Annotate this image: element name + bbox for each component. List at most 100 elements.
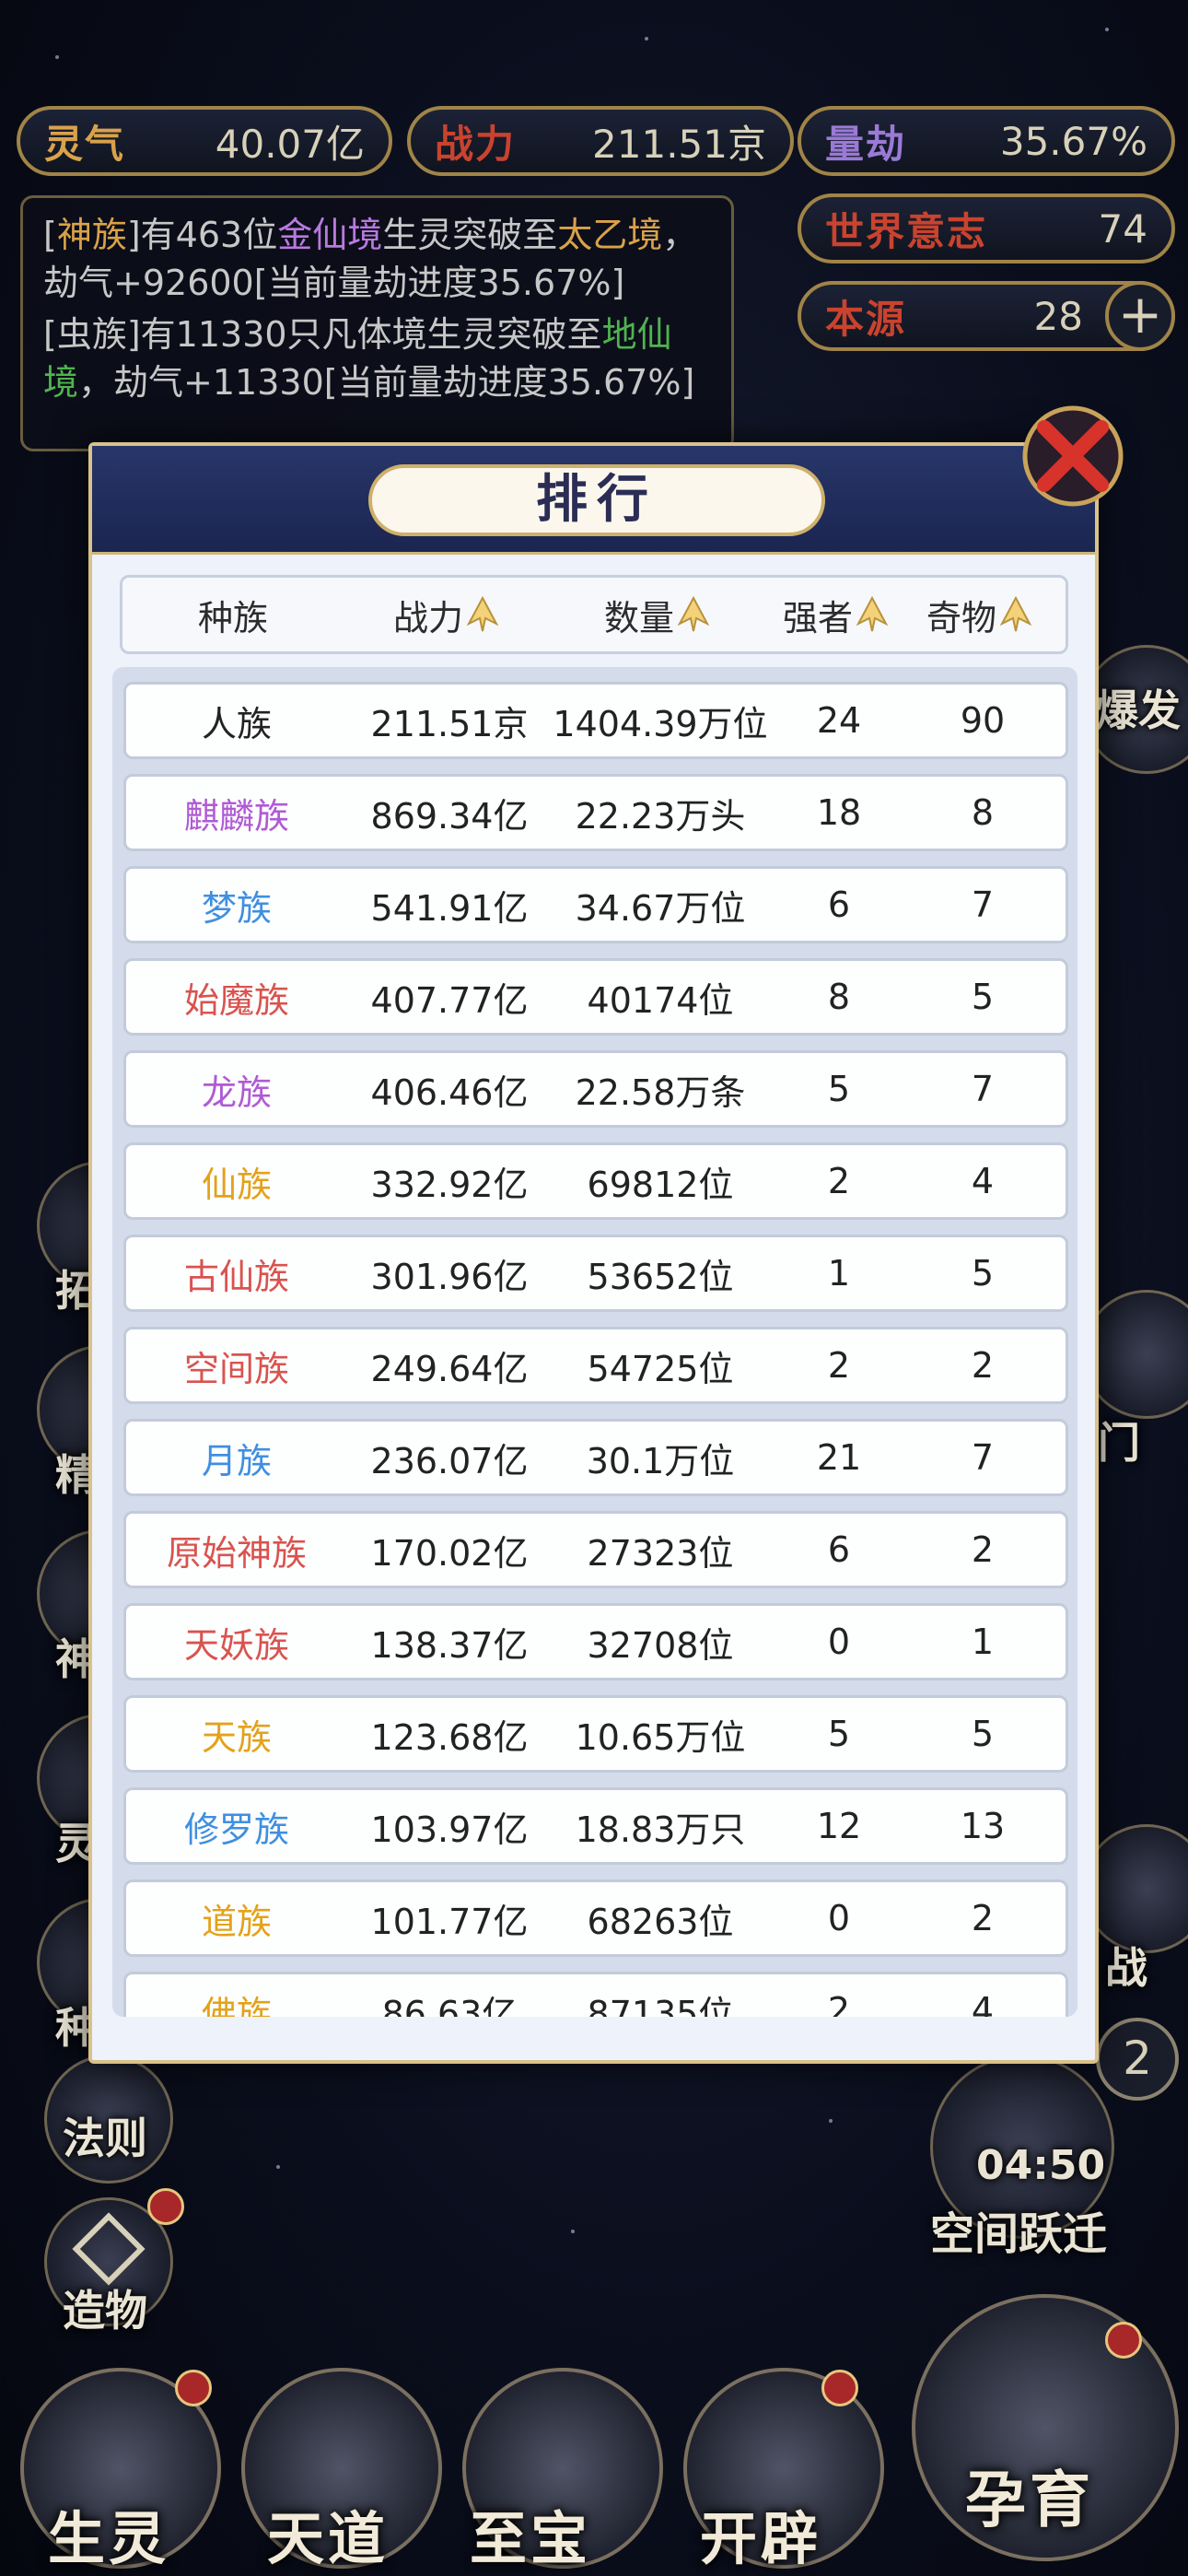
- items-cell: 2: [971, 1345, 995, 1386]
- star-decoration: [276, 2165, 280, 2169]
- column-count[interactable]: 数量: [548, 590, 765, 640]
- ranking-row[interactable]: 空间族 249.64亿 54725位 2 2: [123, 1327, 1068, 1404]
- count-cell: 22.23万头: [575, 795, 746, 837]
- race-cell: 佛族: [201, 1993, 272, 2018]
- race-cell: 天族: [201, 1716, 272, 1758]
- log-text: ]有11330只凡体境生灵突破至: [126, 314, 602, 355]
- benyuan-resource-bar[interactable]: 本源 28 +: [798, 281, 1175, 351]
- column-power-label: 战力: [392, 597, 463, 638]
- column-count-label: 数量: [603, 597, 674, 638]
- column-strong[interactable]: 强者: [765, 590, 905, 640]
- strong-cell: 0: [827, 1898, 851, 1938]
- ranking-row[interactable]: 月族 236.07亿 30.1万位 21 7: [123, 1419, 1068, 1496]
- sort-arrow-icon[interactable]: [678, 596, 709, 633]
- ranking-row[interactable]: 天族 123.68亿 10.65万位 5 5: [123, 1695, 1068, 1773]
- strong-cell: 2: [827, 1990, 851, 2017]
- nav-tiandao-label: 天道: [267, 2505, 390, 2572]
- ranking-row[interactable]: 天妖族 138.37亿 32708位 0 1: [123, 1603, 1068, 1680]
- items-cell: 2: [971, 1898, 995, 1938]
- sort-arrow-icon[interactable]: [467, 596, 498, 633]
- nav-zhibao-label: 至宝: [470, 2505, 592, 2572]
- items-cell: 7: [971, 1069, 995, 1109]
- power-cell: 211.51京: [370, 703, 529, 744]
- nav-kaipi-label: 开辟: [700, 2505, 822, 2572]
- world-will-value: 74: [1098, 205, 1147, 252]
- log-text: 生灵突破至: [382, 215, 558, 255]
- log-race: 虫族: [56, 314, 127, 355]
- ranking-row[interactable]: 修罗族 103.97亿 18.83万只 12 13: [123, 1787, 1068, 1865]
- liangjie-resource-bar[interactable]: 量劫 35.67%: [798, 106, 1175, 176]
- ranking-row[interactable]: 人族 211.51京 1404.39万位 24 90: [123, 682, 1068, 759]
- ranking-row[interactable]: 佛族 86.63亿 87135位 2 4: [123, 1972, 1068, 2017]
- count-cell: 1404.39万位: [553, 703, 768, 744]
- world-will-label: 世界意志: [825, 208, 988, 254]
- strong-cell: 12: [816, 1806, 862, 1846]
- sort-arrow-icon[interactable]: [1000, 596, 1031, 633]
- items-cell: 1: [971, 1622, 995, 1662]
- ranking-row[interactable]: 仙族 332.92亿 69812位 2 4: [123, 1142, 1068, 1220]
- race-cell: 修罗族: [183, 1809, 289, 1850]
- power-cell: 123.68亿: [370, 1716, 529, 1758]
- column-strong-label: 强者: [782, 597, 853, 638]
- zhanli-resource-bar[interactable]: 战力 211.51京: [407, 106, 794, 176]
- count-cell: 32708位: [587, 1624, 734, 1666]
- ranking-row[interactable]: 麒麟族 869.34亿 22.23万头 18 8: [123, 774, 1068, 851]
- log-text: [: [43, 314, 57, 355]
- count-cell: 34.67万位: [575, 887, 746, 929]
- race-cell: 道族: [201, 1901, 272, 1942]
- creation-label: 造物: [63, 2286, 147, 2336]
- ranking-row[interactable]: 龙族 406.46亿 22.58万条 5 7: [123, 1050, 1068, 1128]
- strong-cell: 21: [816, 1437, 862, 1478]
- benyuan-plus-button[interactable]: +: [1105, 281, 1175, 351]
- strong-cell: 2: [827, 1161, 851, 1201]
- race-cell: 人族: [201, 703, 272, 744]
- column-header: 种族 战力 数量 强者 奇物: [120, 575, 1068, 654]
- strong-cell: 24: [816, 700, 862, 741]
- world-will-bar[interactable]: 世界意志 74: [798, 193, 1175, 263]
- power-cell: 101.77亿: [370, 1901, 529, 1942]
- lingqi-label: 灵气: [44, 121, 126, 167]
- race-cell: 仙族: [201, 1164, 272, 1205]
- event-log[interactable]: [神族]有463位金仙境生灵突破至太乙境，劫气+92600[当前量劫进度35.6…: [20, 195, 734, 451]
- items-cell: 5: [971, 1253, 995, 1294]
- ranking-row[interactable]: 始魔族 407.77亿 40174位 8 5: [123, 958, 1068, 1036]
- power-cell: 249.64亿: [370, 1348, 529, 1389]
- strong-cell: 6: [827, 1529, 851, 1570]
- power-cell: 407.77亿: [370, 979, 529, 1021]
- lingqi-resource-bar[interactable]: 灵气 40.07亿: [17, 106, 392, 176]
- ranking-row[interactable]: 道族 101.77亿 68263位 0 2: [123, 1879, 1068, 1957]
- count-cell: 22.58万条: [575, 1071, 746, 1113]
- power-cell: 170.02亿: [370, 1532, 529, 1574]
- ranking-row[interactable]: 原始神族 170.02亿 27323位 6 2: [123, 1511, 1068, 1588]
- ranking-row[interactable]: 梦族 541.91亿 34.67万位 6 7: [123, 866, 1068, 943]
- items-cell: 2: [971, 1529, 995, 1570]
- column-power[interactable]: 战力: [344, 590, 548, 640]
- count-cell: 40174位: [587, 979, 734, 1021]
- ranking-row[interactable]: 古仙族 301.96亿 53652位 1 5: [123, 1235, 1068, 1312]
- column-race-label: 种族: [197, 597, 268, 638]
- count-cell: 18.83万只: [575, 1809, 746, 1850]
- gate-label: 门: [1098, 1418, 1140, 1468]
- count-cell: 87135位: [587, 1993, 734, 2018]
- benyuan-label: 本源: [825, 296, 907, 342]
- log-entry: [神族]有463位金仙境生灵突破至太乙境，劫气+92600[当前量劫进度35.6…: [43, 211, 711, 307]
- close-icon[interactable]: [1013, 396, 1133, 516]
- star-decoration: [645, 37, 648, 41]
- star-decoration: [829, 2119, 833, 2123]
- count-cell: 53652位: [587, 1256, 734, 1297]
- power-cell: 86.63亿: [381, 1993, 518, 2018]
- power-cell: 301.96亿: [370, 1256, 529, 1297]
- power-cell: 103.97亿: [370, 1809, 529, 1850]
- strong-cell: 18: [816, 792, 862, 833]
- strong-cell: 0: [827, 1622, 851, 1662]
- power-cell: 541.91亿: [370, 887, 529, 929]
- log-entry: [虫族]有11330只凡体境生灵突破至地仙境，劫气+11330[当前量劫进度35…: [43, 310, 711, 406]
- items-cell: 7: [971, 1437, 995, 1478]
- race-cell: 空间族: [183, 1348, 289, 1389]
- ranking-list[interactable]: 人族 211.51京 1404.39万位 24 90 麒麟族 869.34亿 22.23万头 1…: [112, 667, 1077, 2017]
- power-cell: 406.46亿: [370, 1071, 529, 1113]
- column-items[interactable]: 奇物: [905, 590, 1053, 640]
- log-text: [: [43, 215, 57, 255]
- sort-arrow-icon[interactable]: [856, 596, 888, 633]
- star-decoration: [1105, 28, 1109, 31]
